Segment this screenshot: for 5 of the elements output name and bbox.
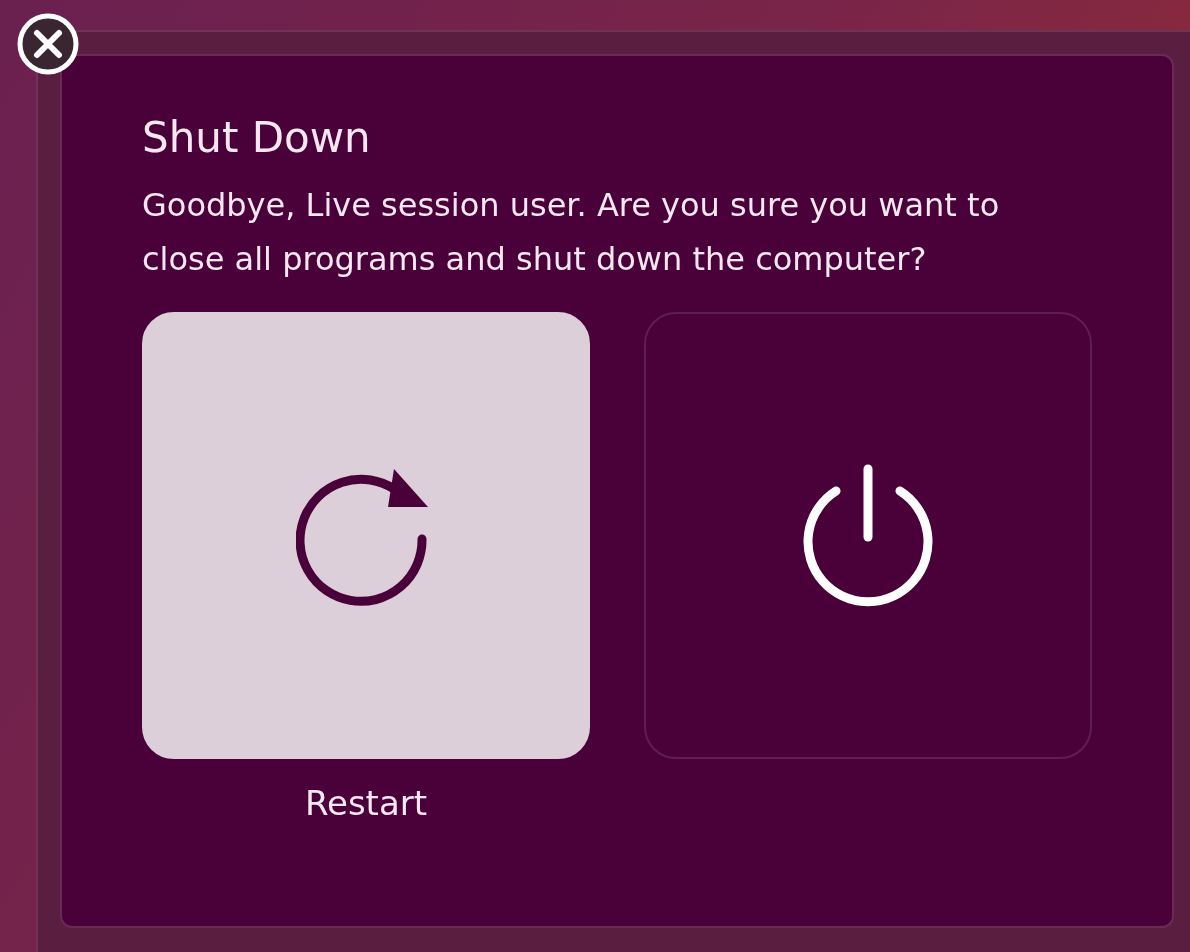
close-icon[interactable] bbox=[16, 12, 80, 76]
dialog-title: Shut Down bbox=[142, 112, 372, 164]
dialog-message: Goodbye, Live session user. Are you sure you want to close all programs and shut down the computer? bbox=[142, 185, 1001, 280]
restart-button[interactable] bbox=[142, 312, 590, 759]
action-label: Restart bbox=[304, 783, 428, 823]
